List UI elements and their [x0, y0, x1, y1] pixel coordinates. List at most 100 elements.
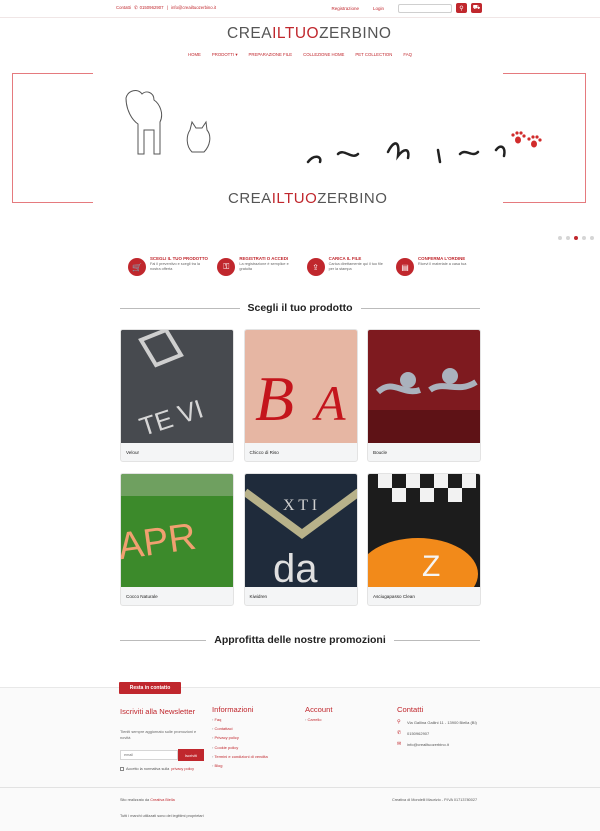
product-card-kiwidren[interactable]: X T I da Kiwidren	[243, 473, 358, 606]
contacts-link[interactable]: Contatti	[116, 5, 131, 10]
pet-illustration	[125, 90, 542, 164]
search-button[interactable]: ⚲	[456, 3, 467, 13]
company-info: Creativa di Mondelli Maurizio - P.IVA 01…	[392, 798, 478, 802]
product-name: Boucle	[373, 450, 388, 455]
footer	[0, 687, 600, 831]
product-card-boucle[interactable]: Boucle	[367, 329, 481, 462]
asciugapasso-texture: Z	[368, 474, 480, 587]
footer-link-carrello[interactable]: Carrello	[305, 715, 321, 724]
products-heading: Scegli il tuo prodotto	[120, 302, 480, 314]
key-icon: ⚿	[217, 258, 236, 276]
footer-link-contattaci[interactable]: Contattaci	[212, 724, 268, 733]
product-image: X T I da	[244, 474, 357, 587]
svg-text:B: B	[255, 363, 294, 434]
slider-dot[interactable]	[590, 236, 594, 240]
search-input[interactable]	[398, 3, 452, 13]
newsletter-email-input[interactable]	[120, 750, 178, 760]
product-name: Asciugapasso Clean	[373, 594, 415, 599]
svg-text:da: da	[273, 547, 318, 587]
address-row: ⚲ Via Gallina Gallini 11 - 13900 Biella (…	[397, 719, 477, 725]
account-title: Account	[305, 705, 333, 714]
nav-faq[interactable]: FAQ	[403, 52, 412, 58]
hero-logo-crea: CREA	[228, 190, 272, 207]
slider-dots	[558, 236, 594, 240]
product-card-asciugapasso-clean[interactable]: Z Asciugapasso Clean	[367, 473, 481, 606]
product-name: Kiwidren	[249, 594, 268, 599]
product-card-chicco-di-riso[interactable]: B A Chicco di Riso	[243, 329, 358, 462]
logo-part-crea: CREA	[227, 25, 273, 42]
footer-link-privacy[interactable]: Privacy policy	[212, 733, 268, 742]
nav-prodotti[interactable]: PRODOTTI ▾	[212, 52, 238, 58]
product-image: APR	[121, 474, 233, 587]
slider-dot-active[interactable]	[574, 236, 578, 240]
footer-separator	[0, 787, 600, 788]
search-icon: ⚲	[459, 5, 464, 12]
nav-home[interactable]: HOME	[188, 52, 201, 58]
slider-dot[interactable]	[558, 236, 562, 240]
privacy-policy-link[interactable]: privacy policy	[171, 767, 194, 771]
rights-text: Tutti i marchi utilizzati sono dei legit…	[120, 814, 204, 818]
slider-dot[interactable]	[582, 236, 586, 240]
newsletter-title: Iscriviti alla Newsletter	[120, 707, 196, 716]
step-title: SCEGLI IL TUO PRODOTTO	[150, 256, 208, 261]
nav-pet-collection[interactable]: PET COLLECTION	[355, 52, 392, 58]
upload-icon: ⇪	[306, 258, 325, 276]
footer-link-blog[interactable]: Blog	[212, 761, 268, 770]
location-icon: ⚲	[397, 719, 401, 725]
top-email[interactable]: info@creailtuozerbino.it	[171, 5, 216, 10]
product-image	[368, 330, 480, 443]
account-links: Carrello	[305, 715, 321, 724]
product-card-velour[interactable]: TE VI Velour	[120, 329, 234, 462]
cart-icon: ⛟	[472, 5, 481, 11]
mail-icon: ✉	[397, 741, 402, 747]
product-name: Chicco di Riso	[249, 450, 279, 455]
privacy-checkbox[interactable]	[120, 767, 124, 771]
made-by: Sito realizzato da Creativa Biella	[120, 798, 175, 802]
step-desc: La registrazione è semplice e gratuita	[239, 262, 289, 272]
contacts-title: Contatti	[397, 705, 424, 714]
top-actions: Registrazione Login ⚲ ⛟	[331, 3, 482, 13]
main-nav: HOME PRODOTTI ▾ PREPARAZIONE FILE COLLEZ…	[0, 52, 600, 58]
footer-link-terms[interactable]: Termini e condizioni di vendita	[212, 752, 267, 761]
top-phone[interactable]: 0150962907	[140, 5, 164, 10]
slider-dot[interactable]	[566, 236, 570, 240]
cart-icon: 🛒	[128, 258, 146, 276]
logo-part-iltuo: ILTUO	[272, 25, 320, 42]
login-link[interactable]: Login	[373, 6, 384, 11]
footer-email[interactable]: info@creailtuozerbino.it	[407, 742, 449, 747]
register-link[interactable]: Registrazione	[331, 6, 359, 11]
document-icon: ▤	[395, 258, 414, 276]
hero-logo-iltuo: ILTUO	[271, 190, 318, 207]
logo-part-zerbino: ZERBINO	[319, 25, 392, 42]
footer-phone[interactable]: 0150962907	[407, 731, 429, 736]
product-card-cocco-naturale[interactable]: APR Cocco Naturale	[120, 473, 234, 606]
footer-link-cookie[interactable]: Cookie policy	[212, 743, 268, 752]
contact-tag: Resta in contatto	[119, 682, 181, 694]
step-item: ⇪ CARICA IL FILE Carica direttamente qui …	[306, 256, 389, 276]
info-links: Faq Contattaci Privacy policy Cookie pol…	[212, 715, 268, 770]
kiwidren-texture: X T I da	[244, 474, 357, 587]
site-logo[interactable]: CREAILTUOZERBINO	[227, 25, 391, 43]
step-desc: Carica direttamente qui il tuo file per …	[328, 262, 383, 272]
made-by-link[interactable]: Creativa Biella	[150, 798, 174, 802]
footer-link-faq[interactable]: Faq	[212, 715, 268, 724]
section-title: Scegli il tuo prodotto	[247, 302, 353, 314]
divider	[120, 307, 240, 309]
top-bar: Contatti ✆ 0150962907 | info@creailtuozer…	[0, 0, 600, 18]
nav-collezione-home[interactable]: COLLEZIONE HOME	[303, 52, 344, 58]
privacy-accept-label: Accetto la normativa sulla	[126, 767, 170, 771]
cart-button[interactable]: ⛟	[471, 3, 482, 13]
product-grid: TE VI Velour B A Chicco di Riso Boucle A…	[120, 329, 481, 606]
privacy-checkbox-row: Accetto la normativa sulla privacy polic…	[120, 767, 194, 771]
step-item: 🛒 SCEGLI IL TUO PRODOTTO Fai il preventiv…	[128, 256, 210, 276]
subscribe-button[interactable]: Iscriviti	[178, 749, 204, 761]
svg-text:X T I: X T I	[283, 497, 317, 514]
step-item: ▤ CONFERMA L'ORDINE Ricevi il materiale a…	[395, 256, 478, 276]
step-item: ⚿ REGISTRATI O ACCEDI La registrazione è …	[217, 256, 299, 276]
product-name: Velour	[126, 450, 140, 455]
hero-logo-zerbino: ZERBINO	[317, 190, 388, 207]
hero-slider[interactable]: CREAILTUOZERBINO	[12, 71, 586, 207]
nav-preparazione-file[interactable]: PREPARAZIONE FILE	[248, 52, 292, 58]
divider	[120, 639, 207, 641]
step-title: REGISTRATI O ACCEDI	[239, 256, 289, 261]
